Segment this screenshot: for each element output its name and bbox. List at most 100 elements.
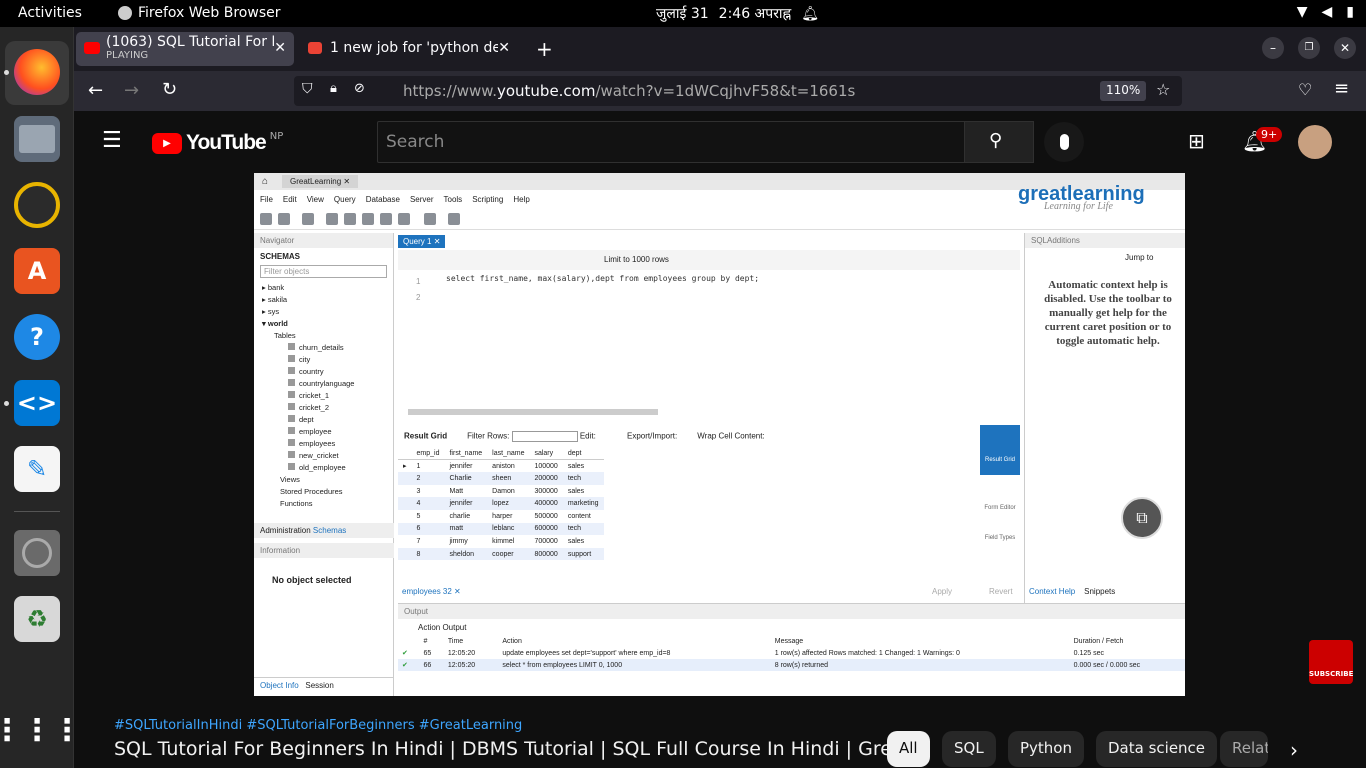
table-name: city <box>299 355 311 364</box>
tab-title: (1063) SQL Tutorial For B <box>106 34 274 50</box>
youtube-header: ☰ ▶ YouTube NP Search ⚲ ⊞ 🔔︎ 9+ <box>74 111 1366 173</box>
back-button[interactable]: ← <box>88 80 103 101</box>
menu-item: Help <box>513 194 530 204</box>
table-item: old_employee <box>262 462 393 474</box>
row-marker <box>398 447 412 461</box>
search-button[interactable]: ⚲ <box>964 121 1034 163</box>
create-video-icon[interactable]: ⊞ <box>1188 129 1205 153</box>
text-editor-icon[interactable]: ✎ <box>14 446 60 492</box>
tab-gmail[interactable]: 1 new job for 'python dev ✕ <box>300 32 518 66</box>
chip-sql[interactable]: SQL <box>942 731 996 767</box>
tab-snippets: Snippets <box>1084 587 1116 596</box>
table-icon <box>288 403 295 410</box>
filter-rows-label: Filter Rows: <box>467 431 510 441</box>
new-tab-button[interactable]: + <box>536 37 553 61</box>
subscribe-watermark[interactable]: SUBSCRIBE <box>1309 640 1353 684</box>
filter-objects-input[interactable]: Filter objects <box>260 265 387 278</box>
schema-name: bank <box>267 283 285 292</box>
chevron-right-icon[interactable]: › <box>1290 738 1298 762</box>
table-cell: matt <box>444 522 488 536</box>
activities-button[interactable]: Activities <box>18 5 82 21</box>
hamburger-menu-icon[interactable]: ≡ <box>1334 78 1349 99</box>
dock-separator <box>14 511 60 512</box>
navigator-panel: Navigator SCHEMAS Filter objects ▸ bank ▸… <box>254 233 394 696</box>
chip-related[interactable]: Relat <box>1220 731 1268 767</box>
toolbar-icon <box>398 213 410 225</box>
close-tab-icon[interactable]: ✕ <box>498 40 510 56</box>
permissions-icon: ⊘ <box>354 81 365 96</box>
field-types-side-button: Field Types <box>984 535 1016 541</box>
tab-youtube[interactable]: (1063) SQL Tutorial For B PLAYING ✕ <box>76 32 294 66</box>
url-path: /watch?v=1dWCqjhvF58&t=1661s <box>595 82 856 100</box>
minimize-button[interactable]: – <box>1262 37 1284 59</box>
maximize-button[interactable]: ❐ <box>1298 37 1320 59</box>
toolbar-icon <box>380 213 392 225</box>
disc-icon[interactable] <box>14 530 60 576</box>
toolbar-icon <box>278 213 290 225</box>
table-cell: 800000 <box>529 547 563 561</box>
table-cell: Charlie <box>444 472 488 485</box>
table-icon <box>288 379 295 386</box>
help-icon[interactable]: ? <box>14 314 60 360</box>
result-grid-side-button: Result Grid <box>980 425 1020 475</box>
table-cell: sheen <box>487 472 530 485</box>
vscode-icon[interactable]: <> <box>14 380 60 426</box>
table-row: 3 Matt Damon 300000 sales <box>398 485 604 498</box>
table-name: churn_details <box>299 343 344 352</box>
tab-context-help: Context Help <box>1029 587 1076 596</box>
success-icon: ✔ <box>402 662 408 669</box>
zoom-indicator[interactable]: 110% <box>1100 81 1147 101</box>
video-hashtags[interactable]: #SQLTutorialInHindi #SQLTutorialForBegin… <box>114 718 522 733</box>
table-cell: Matt <box>449 487 464 495</box>
url-text: https://www.youtube.com/watch?v=1dWCqjhv… <box>403 82 855 100</box>
firefox-icon[interactable] <box>14 49 60 95</box>
avatar[interactable] <box>1298 125 1332 159</box>
chip-data-science[interactable]: Data science <box>1096 731 1218 767</box>
schema-name: sys <box>267 307 280 316</box>
table-cell: harper <box>492 512 513 520</box>
success-icon: ✔ <box>402 650 408 657</box>
chip-python[interactable]: Python <box>1008 731 1084 767</box>
close-window-button[interactable]: ✕ <box>1334 37 1356 59</box>
rhythmbox-icon[interactable] <box>14 182 60 228</box>
table-row: ✔ 66 12:05:20 select * from employees LIMIT… <box>398 659 1185 671</box>
url-bar[interactable]: ⛉ 🔒︎ ⊘ https://www.youtube.com/watch?v=1… <box>294 76 1182 106</box>
jump-to-select: Jump to <box>1125 253 1154 262</box>
apply-button: Apply <box>932 587 953 596</box>
system-tray[interactable]: ▼ ◀︎ ▮ <box>1297 4 1354 20</box>
forward-button[interactable]: → <box>124 80 139 101</box>
table-row: 5 charlie harper 500000 content <box>398 510 604 523</box>
files-icon[interactable] <box>14 116 60 162</box>
trash-icon[interactable]: ♻ <box>14 596 60 642</box>
voice-search-button[interactable] <box>1044 122 1084 162</box>
youtube-logo[interactable]: ▶ YouTube NP <box>152 131 283 155</box>
table-row: 8 sheldon cooper 800000 support <box>398 547 604 561</box>
guide-menu-icon[interactable]: ☰ <box>102 128 122 153</box>
search-input[interactable]: Search <box>377 121 965 163</box>
toolbar-icon <box>362 213 374 225</box>
bookmark-star-icon[interactable]: ☆ <box>1156 80 1170 99</box>
table-cell: 0.000 sec / 0.000 sec <box>1073 661 1141 669</box>
picture-in-picture-icon[interactable]: ⧉ <box>1121 497 1163 539</box>
app-store-icon[interactable]: A <box>14 248 60 294</box>
schema-tree: ▸ bank ▸ sakila ▸ sys ▾ world Tables churn_de… <box>254 278 393 510</box>
clock[interactable]: जुलाई 31 2:46 अपराह्न 🔔︎ <box>656 4 819 23</box>
table-row: 6 matt leblanc 600000 tech <box>398 522 604 536</box>
table-cell: update employees set dept='support' wher… <box>502 649 671 657</box>
column-header: Duration / Fetch <box>1073 638 1124 645</box>
table-item: cricket_1 <box>262 390 393 402</box>
app-menu[interactable]: Firefox Web Browser <box>118 5 281 21</box>
tree-node: Functions <box>280 499 313 508</box>
chip-all[interactable]: All <box>887 731 930 767</box>
table-name: countrylanguage <box>299 379 355 388</box>
youtube-page: ☰ ▶ YouTube NP Search ⚲ ⊞ 🔔︎ 9+ ⌂ GreatL… <box>74 111 1366 768</box>
table-cell: 1 <box>416 462 421 470</box>
sql-editor: Query 1 ✕ Limit to 1000 rows 12 select f… <box>398 233 1020 415</box>
wifi-icon: ▼ <box>1296 4 1308 20</box>
app-grid-icon[interactable]: ⋮⋮⋮ <box>0 707 82 753</box>
table-name: country <box>299 367 324 376</box>
video-player[interactable]: ⌂ GreatLearning ✕ File Edit View Query Datab… <box>254 173 1185 696</box>
reload-button[interactable]: ↻ <box>162 79 177 100</box>
close-tab-icon[interactable]: ✕ <box>274 40 286 56</box>
pocket-icon[interactable]: ♡ <box>1298 80 1312 99</box>
